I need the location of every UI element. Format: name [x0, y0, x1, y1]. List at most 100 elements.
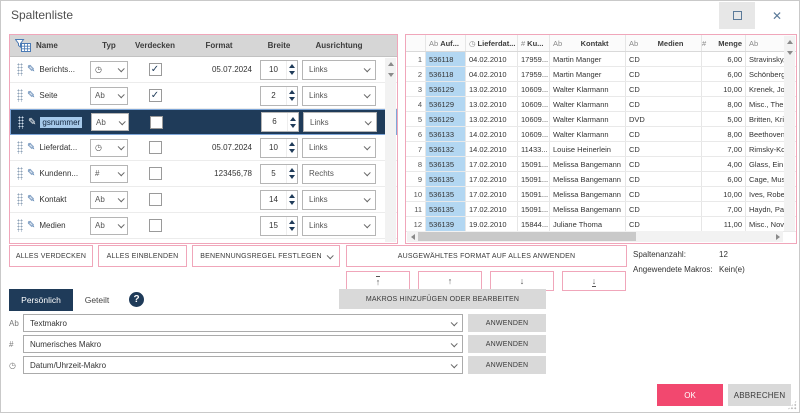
- filter-table-icon[interactable]: [10, 39, 36, 52]
- maximize-button[interactable]: [719, 2, 755, 29]
- move-up-button[interactable]: ↑: [418, 271, 482, 291]
- width-stepper[interactable]: 2: [260, 86, 298, 106]
- tab-geteilt[interactable]: Geteilt: [73, 289, 121, 311]
- alignment-dropdown[interactable]: Rechts: [302, 164, 376, 184]
- column-row[interactable]: ✎ gsnummer Ab 6: [10, 109, 397, 135]
- move-to-top-button[interactable]: ↑: [346, 271, 410, 291]
- ok-button[interactable]: OK: [657, 384, 723, 406]
- macro-select[interactable]: Textmakro: [23, 314, 463, 332]
- column-list-vscrollbar[interactable]: [385, 58, 396, 242]
- stepper-arrows[interactable]: [286, 165, 297, 183]
- type-dropdown[interactable]: Ab: [90, 217, 128, 235]
- help-icon[interactable]: ?: [129, 292, 144, 307]
- type-dropdown[interactable]: Ab: [90, 191, 128, 209]
- scroll-down-icon[interactable]: [787, 51, 793, 55]
- width-stepper[interactable]: 15: [260, 216, 298, 236]
- width-stepper[interactable]: 6: [261, 112, 299, 132]
- apply-format-button[interactable]: AUSGEWÄHLTES FORMAT AUF ALLES ANWENDEN: [346, 245, 627, 267]
- stepper-down-icon[interactable]: [289, 149, 295, 153]
- column-row[interactable]: ✎ Medien Ab 15: [10, 213, 397, 239]
- hidden-checkbox[interactable]: [149, 141, 162, 154]
- stepper-arrows[interactable]: [286, 139, 297, 157]
- stepper-up-icon[interactable]: [289, 220, 295, 224]
- stepper-arrows[interactable]: [286, 87, 297, 105]
- alignment-dropdown[interactable]: Links: [302, 190, 376, 210]
- hidden-checkbox[interactable]: [149, 167, 162, 180]
- stepper-up-icon[interactable]: [289, 90, 295, 94]
- stepper-arrows[interactable]: [287, 113, 298, 131]
- edit-pencil-icon[interactable]: ✎: [27, 142, 35, 153]
- cancel-button[interactable]: ABBRECHEN: [728, 384, 791, 406]
- width-stepper[interactable]: 10: [260, 138, 298, 158]
- edit-pencil-icon[interactable]: ✎: [27, 194, 35, 205]
- width-stepper[interactable]: 14: [260, 190, 298, 210]
- scroll-down-icon[interactable]: [388, 73, 394, 77]
- scrollbar-thumb[interactable]: [418, 232, 636, 241]
- scroll-right-icon[interactable]: [776, 234, 780, 240]
- naming-rule-button[interactable]: BENENNUNGSREGEL FESTLEGEN: [192, 245, 340, 267]
- stepper-down-icon[interactable]: [289, 201, 295, 205]
- alignment-dropdown[interactable]: Links: [302, 86, 376, 106]
- stepper-arrows[interactable]: [286, 217, 297, 235]
- stepper-down-icon[interactable]: [289, 175, 295, 179]
- type-dropdown[interactable]: ◷: [90, 61, 128, 79]
- width-stepper[interactable]: 10: [260, 60, 298, 80]
- edit-pencil-icon[interactable]: ✎: [27, 90, 35, 101]
- column-row[interactable]: ✎ Seite Ab ✓ 2: [10, 83, 397, 109]
- stepper-down-icon[interactable]: [289, 227, 295, 231]
- column-name[interactable]: Medien: [39, 221, 65, 230]
- scroll-left-icon[interactable]: [411, 234, 415, 240]
- column-name[interactable]: Kundenn...: [39, 169, 78, 178]
- width-stepper[interactable]: 5: [260, 164, 298, 184]
- hidden-checkbox[interactable]: [150, 116, 163, 129]
- drag-handle-icon[interactable]: [17, 63, 23, 76]
- type-dropdown[interactable]: ◷: [90, 139, 128, 157]
- alignment-dropdown[interactable]: Links: [303, 112, 377, 132]
- column-row[interactable]: ✎ Kundenn... # 123456,78 5: [10, 161, 397, 187]
- drag-handle-icon[interactable]: [17, 219, 23, 232]
- stepper-down-icon[interactable]: [290, 124, 296, 128]
- show-all-button[interactable]: ALLES EINBLENDEN: [98, 245, 187, 267]
- drag-handle-icon[interactable]: [18, 116, 24, 129]
- scroll-up-icon[interactable]: [388, 62, 394, 66]
- type-dropdown[interactable]: #: [90, 165, 128, 183]
- apply-macro-button[interactable]: ANWENDEN: [468, 356, 546, 374]
- scroll-up-icon[interactable]: [787, 40, 793, 44]
- stepper-up-icon[interactable]: [289, 168, 295, 172]
- edit-pencil-icon[interactable]: ✎: [28, 117, 36, 128]
- stepper-up-icon[interactable]: [290, 117, 296, 121]
- move-to-bottom-button[interactable]: ↓: [562, 271, 626, 291]
- tab-persoenlich[interactable]: Persönlich: [9, 289, 73, 311]
- stepper-arrows[interactable]: [286, 191, 297, 209]
- stepper-up-icon[interactable]: [289, 194, 295, 198]
- close-button[interactable]: ✕: [759, 2, 795, 29]
- edit-pencil-icon[interactable]: ✎: [27, 220, 35, 231]
- apply-macro-button[interactable]: ANWENDEN: [468, 335, 546, 353]
- apply-macro-button[interactable]: ANWENDEN: [468, 314, 546, 332]
- column-name[interactable]: Berichts...: [39, 65, 75, 74]
- hidden-checkbox[interactable]: ✓: [149, 89, 162, 102]
- edit-pencil-icon[interactable]: ✎: [27, 64, 35, 75]
- drag-handle-icon[interactable]: [17, 89, 23, 102]
- type-dropdown[interactable]: Ab: [90, 87, 128, 105]
- stepper-up-icon[interactable]: [289, 142, 295, 146]
- alignment-dropdown[interactable]: Links: [302, 216, 376, 236]
- hide-all-button[interactable]: ALLES VERDECKEN: [9, 245, 93, 267]
- macro-select[interactable]: Datum/Uhrzeit-Makro: [23, 356, 463, 374]
- alignment-dropdown[interactable]: Links: [302, 138, 376, 158]
- column-row[interactable]: ✎ Kontakt Ab 14: [10, 187, 397, 213]
- hidden-checkbox[interactable]: [149, 219, 162, 232]
- column-name[interactable]: Lieferdat...: [39, 143, 77, 152]
- stepper-arrows[interactable]: [286, 61, 297, 79]
- drag-handle-icon[interactable]: [17, 167, 23, 180]
- column-row[interactable]: ✎ Lieferdat... ◷ 05.07.2024 10: [10, 135, 397, 161]
- stepper-up-icon[interactable]: [289, 64, 295, 68]
- preview-vscrollbar[interactable]: [784, 36, 795, 231]
- move-down-button[interactable]: ↓: [490, 271, 554, 291]
- alignment-dropdown[interactable]: Links: [302, 60, 376, 80]
- stepper-down-icon[interactable]: [289, 97, 295, 101]
- type-dropdown[interactable]: Ab: [91, 113, 129, 131]
- drag-handle-icon[interactable]: [17, 193, 23, 206]
- edit-pencil-icon[interactable]: ✎: [27, 168, 35, 179]
- hidden-checkbox[interactable]: ✓: [149, 63, 162, 76]
